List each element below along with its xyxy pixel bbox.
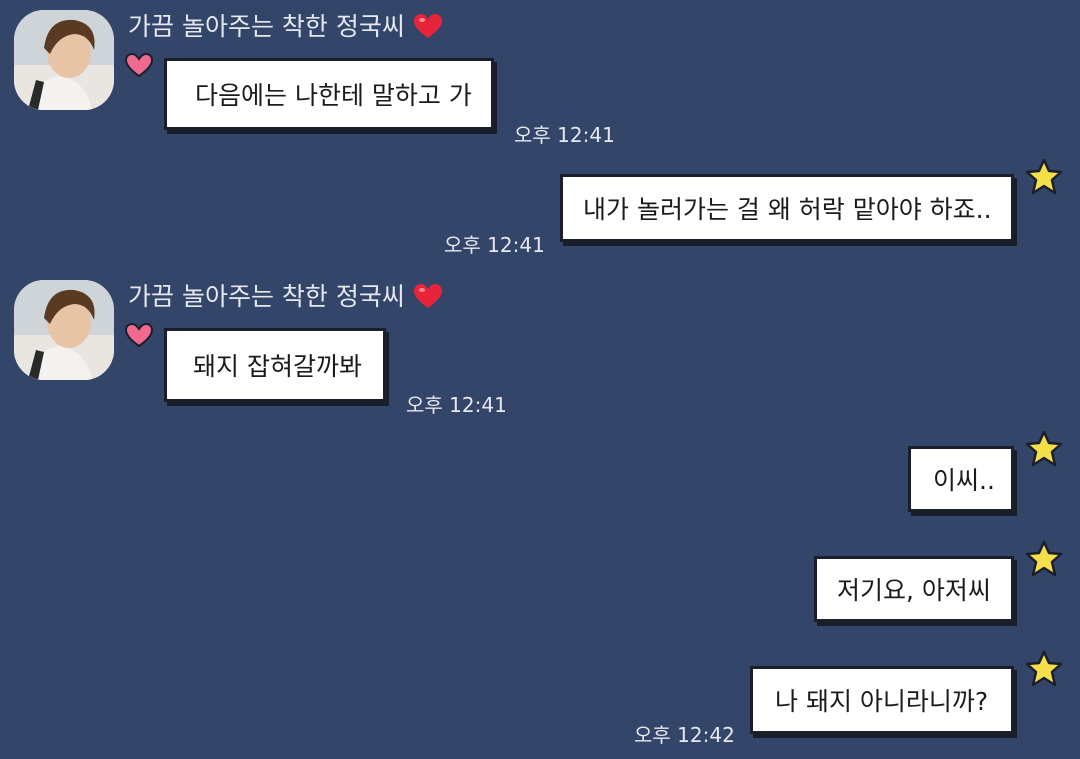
heart-icon <box>413 283 443 316</box>
pink-heart-icon <box>124 322 154 352</box>
pink-heart-icon <box>124 52 154 82</box>
message-text: 이씨.. <box>933 466 995 495</box>
message-bubble-sent[interactable]: 이씨.. <box>908 446 1014 512</box>
message-text: 저기요, 아저씨 <box>837 576 991 605</box>
heart-icon <box>413 13 443 46</box>
sender-avatar[interactable] <box>14 10 114 110</box>
sender-name-text: 가끔 놀아주는 착한 정국씨 <box>128 282 405 311</box>
sender-avatar[interactable] <box>14 280 114 380</box>
message-time: 오후 12:42 <box>634 723 735 747</box>
message-time: 오후 12:41 <box>514 123 615 147</box>
message-time: 오후 12:41 <box>406 393 507 417</box>
message-time: 오후 12:41 <box>444 233 545 257</box>
star-icon <box>1024 650 1064 692</box>
message-text: 다음에는 나한테 말하고 가 <box>195 81 472 110</box>
sender-name: 가끔 놀아주는 착한 정국씨 <box>128 282 443 316</box>
sender-name-text: 가끔 놀아주는 착한 정국씨 <box>128 12 405 41</box>
message-bubble-sent[interactable]: 내가 놀러가는 걸 왜 허락 맡아야 하죠.. <box>560 174 1014 242</box>
message-text: 나 돼지 아니라니까? <box>775 687 989 716</box>
message-bubble-sent[interactable]: 나 돼지 아니라니까? <box>750 666 1014 734</box>
message-bubble-received[interactable]: 다음에는 나한테 말하고 가 <box>164 58 494 130</box>
sender-name: 가끔 놀아주는 착한 정국씨 <box>128 12 443 46</box>
star-icon <box>1024 540 1064 582</box>
message-bubble-sent[interactable]: 저기요, 아저씨 <box>814 556 1014 622</box>
star-icon <box>1024 158 1064 200</box>
message-bubble-received[interactable]: 돼지 잡혀갈까봐 <box>164 328 386 402</box>
message-text: 내가 놀러가는 걸 왜 허락 맡아야 하죠.. <box>583 195 992 224</box>
message-text: 돼지 잡혀갈까봐 <box>193 352 362 381</box>
star-icon <box>1024 430 1064 472</box>
